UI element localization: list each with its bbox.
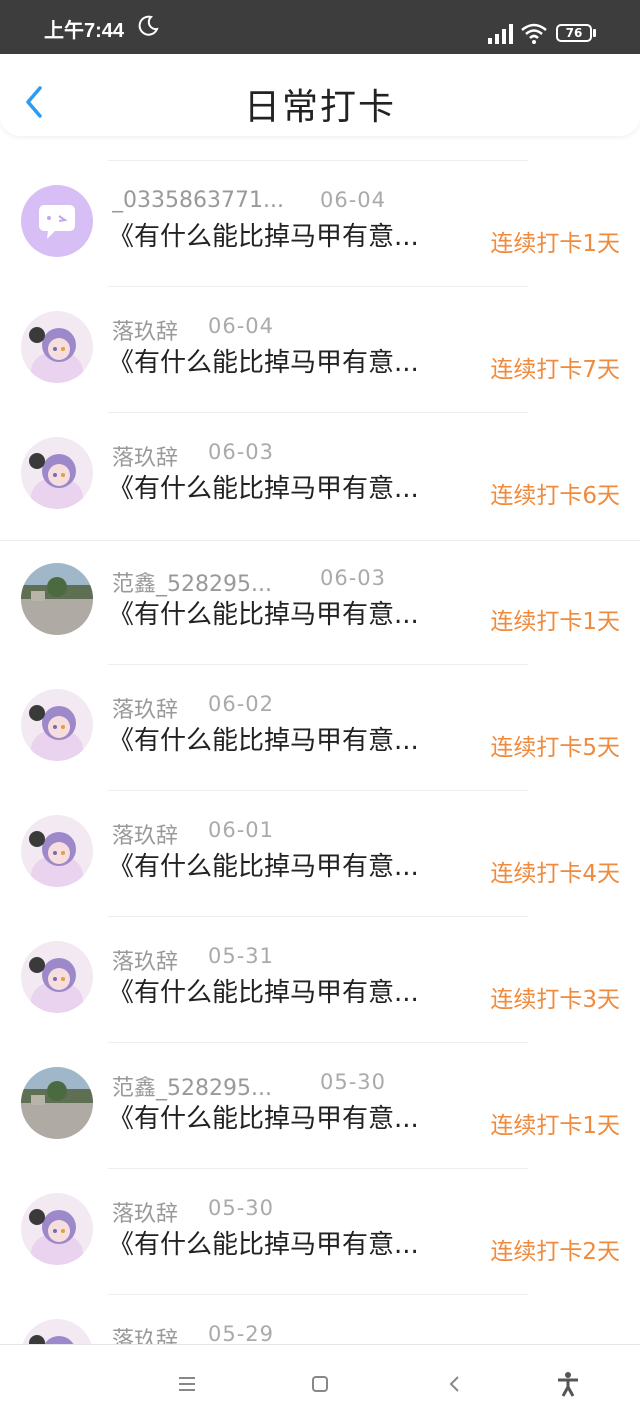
anime-avatar[interactable]: [21, 815, 93, 887]
chat-bubble-icon: [39, 205, 75, 239]
separator: [108, 790, 528, 791]
status-time: 上午7:44: [44, 20, 125, 42]
separator: [108, 916, 528, 917]
checkin-list: _0335863771... 06-04 《有什么能比掉马甲有意... 连续打卡…: [0, 136, 640, 1344]
list-item[interactable]: 落玖辞 05-31 《有什么能比掉马甲有意... 连续打卡3天: [0, 916, 640, 1042]
checkin-date: 06-03: [320, 566, 387, 590]
photo-avatar[interactable]: [21, 563, 93, 635]
streak-badge: 连续打卡1天: [490, 609, 620, 635]
checkin-date: 06-04: [208, 314, 275, 338]
user-name: 范鑫_528295...: [112, 572, 272, 597]
wifi-icon: [521, 23, 547, 44]
anime-avatar[interactable]: [21, 437, 93, 509]
battery-icon: 76: [556, 24, 592, 42]
list-item[interactable]: 范鑫_528295... 05-30 《有什么能比掉马甲有意... 连续打卡1天: [0, 1042, 640, 1168]
separator: [108, 1168, 528, 1169]
anime-avatar[interactable]: [21, 941, 93, 1013]
list-item[interactable]: 落玖辞 05-30 《有什么能比掉马甲有意... 连续打卡2天: [0, 1168, 640, 1294]
separator: [108, 160, 528, 161]
back-icon[interactable]: [442, 1371, 468, 1397]
checkin-content: 《有什么能比掉马甲有意...: [108, 726, 419, 756]
checkin-content: 《有什么能比掉马甲有意...: [108, 1104, 419, 1134]
list-item[interactable]: _0335863771... 06-04 《有什么能比掉马甲有意... 连续打卡…: [0, 160, 640, 286]
streak-badge: 连续打卡1天: [490, 1113, 620, 1139]
checkin-date: 05-29: [208, 1322, 275, 1344]
anime-avatar[interactable]: [21, 1193, 93, 1265]
checkin-date: 05-30: [320, 1070, 387, 1094]
photo-avatar[interactable]: [21, 1067, 93, 1139]
battery-tip: [593, 29, 596, 37]
list-item[interactable]: 落玖辞 06-04 《有什么能比掉马甲有意... 连续打卡7天: [0, 286, 640, 412]
separator: [108, 664, 528, 665]
home-icon[interactable]: [307, 1371, 333, 1397]
anime-avatar[interactable]: [21, 1319, 93, 1344]
checkin-date: 06-02: [208, 692, 275, 716]
checkin-date: 06-01: [208, 818, 275, 842]
streak-badge: 连续打卡4天: [490, 861, 620, 887]
streak-badge: 连续打卡2天: [490, 1239, 620, 1265]
checkin-content: 《有什么能比掉马甲有意...: [108, 348, 419, 378]
checkin-content: 《有什么能比掉马甲有意...: [108, 1230, 419, 1260]
user-name: _0335863771...: [112, 188, 284, 213]
separator: [108, 1042, 528, 1043]
anime-avatar[interactable]: [21, 311, 93, 383]
checkin-content: 《有什么能比掉马甲有意...: [108, 600, 419, 630]
streak-badge: 连续打卡3天: [490, 987, 620, 1013]
streak-badge: 连续打卡1天: [490, 231, 620, 257]
checkin-content: 《有什么能比掉马甲有意...: [108, 852, 419, 882]
status-bar: 上午7:44 76: [0, 0, 640, 54]
list-item[interactable]: 落玖辞 06-02 《有什么能比掉马甲有意... 连续打卡5天: [0, 664, 640, 790]
checkin-content: 《有什么能比掉马甲有意...: [108, 474, 419, 504]
streak-badge: 连续打卡7天: [490, 357, 620, 383]
streak-badge: 连续打卡6天: [490, 483, 620, 509]
checkin-content: 《有什么能比掉马甲有意...: [108, 978, 419, 1008]
checkin-date: 05-30: [208, 1196, 275, 1220]
checkin-content: 《有什么能比掉马甲有意...: [108, 222, 419, 252]
checkin-date: 06-03: [208, 440, 275, 464]
separator: [108, 1294, 528, 1295]
moon-icon: [138, 15, 159, 36]
separator: [108, 286, 528, 287]
streak-badge: 连续打卡5天: [490, 735, 620, 761]
user-name: 范鑫_528295...: [112, 1076, 272, 1101]
checkin-date: 05-31: [208, 944, 275, 968]
chat-avatar[interactable]: [21, 185, 93, 257]
list-item[interactable]: 落玖辞 05-29: [0, 1294, 640, 1344]
system-nav-bar: [0, 1344, 640, 1423]
list-item[interactable]: 落玖辞 06-03 《有什么能比掉马甲有意... 连续打卡6天: [0, 412, 640, 538]
menu-icon[interactable]: [174, 1371, 200, 1397]
separator: [108, 412, 528, 413]
list-item[interactable]: 范鑫_528295... 06-03 《有什么能比掉马甲有意... 连续打卡1天: [0, 538, 640, 664]
signal-icon: [488, 24, 513, 44]
page-title: 日常打卡: [243, 87, 396, 128]
accessibility-icon[interactable]: [555, 1371, 581, 1397]
anime-avatar[interactable]: [21, 689, 93, 761]
checkin-date: 06-04: [320, 188, 387, 212]
list-item[interactable]: 落玖辞 06-01 《有什么能比掉马甲有意... 连续打卡4天: [0, 790, 640, 916]
header: 日常打卡: [0, 54, 640, 136]
